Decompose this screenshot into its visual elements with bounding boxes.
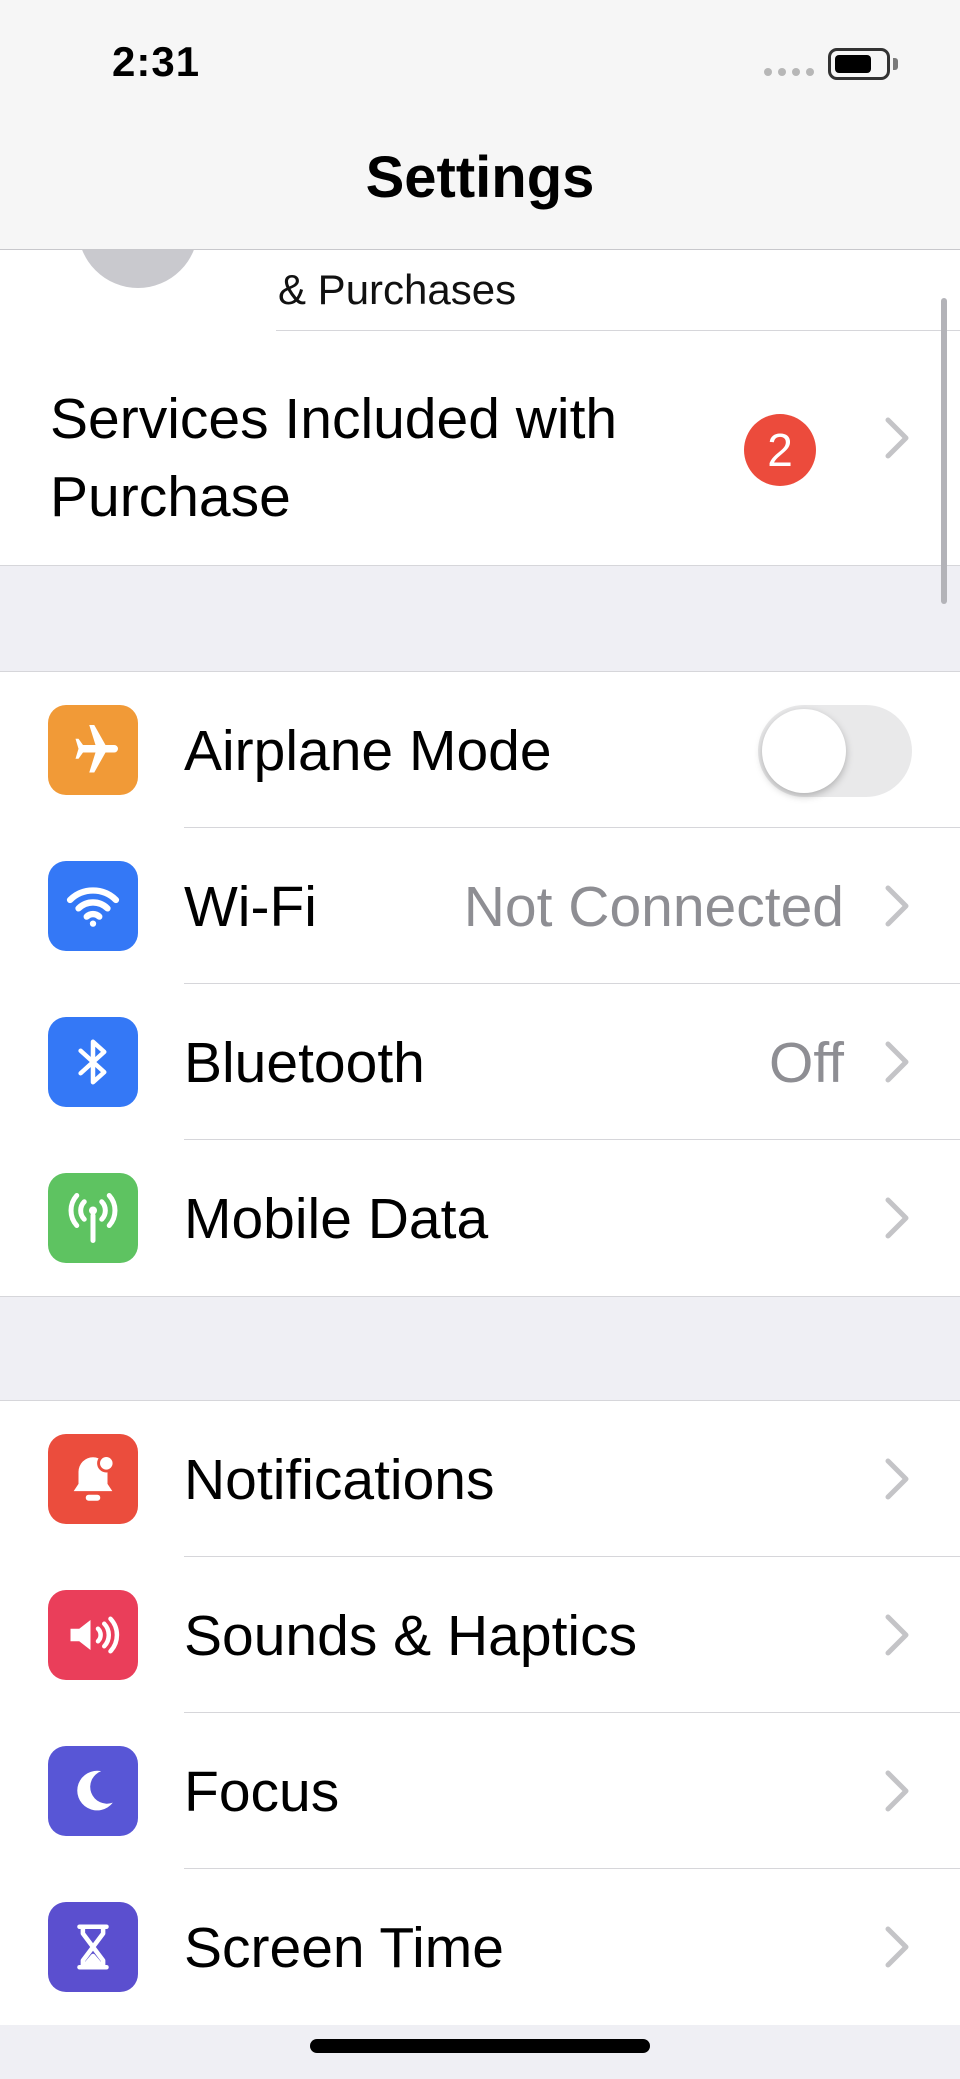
services-label: Services Included with Purchase — [50, 387, 618, 529]
row-sounds-haptics[interactable]: Sounds & Haptics — [0, 1557, 960, 1713]
notification-badge: 2 — [744, 414, 816, 486]
chevron-right-icon — [885, 1614, 909, 1656]
row-screen-time[interactable]: Screen Time — [0, 1869, 960, 2025]
row-notifications[interactable]: Notifications — [0, 1401, 960, 1557]
page-title: Settings — [365, 145, 595, 210]
settings-screen: 2:31 Settings & Purchases Services Inclu… — [0, 0, 960, 2079]
airplane-icon — [48, 705, 138, 795]
wifi-label: Wi-Fi — [184, 875, 317, 939]
row-separator — [276, 330, 960, 331]
home-indicator[interactable] — [310, 2039, 650, 2053]
account-group: & Purchases Services Included with Purch… — [0, 168, 960, 566]
mobile-data-label: Mobile Data — [184, 1187, 489, 1251]
chevron-right-icon — [885, 417, 909, 459]
account-subtitle[interactable]: & Purchases — [278, 266, 516, 314]
signal-icon — [764, 68, 814, 76]
screen-time-label: Screen Time — [184, 1916, 504, 1980]
row-focus[interactable]: Focus — [0, 1713, 960, 1869]
row-airplane-mode: Airplane Mode — [0, 672, 960, 828]
hourglass-icon — [48, 1902, 138, 1992]
airplane-mode-toggle[interactable] — [758, 705, 912, 797]
speaker-icon — [48, 1590, 138, 1680]
status-time: 2:31 — [112, 38, 201, 85]
battery-icon — [828, 48, 890, 80]
notifications-label: Notifications — [184, 1448, 495, 1512]
wifi-value: Not Connected — [463, 875, 844, 939]
focus-label: Focus — [184, 1760, 340, 1824]
battery-cap — [893, 58, 898, 70]
antenna-icon — [48, 1173, 138, 1263]
sounds-haptics-label: Sounds & Haptics — [184, 1604, 638, 1668]
wifi-icon — [48, 861, 138, 951]
navigation-bar: 2:31 Settings — [0, 0, 960, 250]
moon-icon — [48, 1746, 138, 1836]
bluetooth-value: Off — [769, 1031, 844, 1095]
bluetooth-icon — [48, 1017, 138, 1107]
bluetooth-label: Bluetooth — [184, 1031, 425, 1095]
chevron-right-icon — [885, 885, 909, 927]
bell-icon — [48, 1434, 138, 1524]
chevron-right-icon — [885, 1926, 909, 1968]
row-mobile-data[interactable]: Mobile Data — [0, 1140, 960, 1296]
chevron-right-icon — [885, 1458, 909, 1500]
general-group: Notifications Sounds & Haptics Focus Scr… — [0, 1400, 960, 2025]
chevron-right-icon — [885, 1041, 909, 1083]
connectivity-group: Airplane Mode Wi-Fi Not Connected Blueto… — [0, 671, 960, 1297]
chevron-right-icon — [885, 1770, 909, 1812]
scrollbar[interactable] — [941, 298, 947, 604]
row-bluetooth[interactable]: Bluetooth Off — [0, 984, 960, 1140]
row-wifi[interactable]: Wi-Fi Not Connected — [0, 828, 960, 984]
airplane-mode-label: Airplane Mode — [184, 719, 552, 783]
chevron-right-icon — [885, 1197, 909, 1239]
